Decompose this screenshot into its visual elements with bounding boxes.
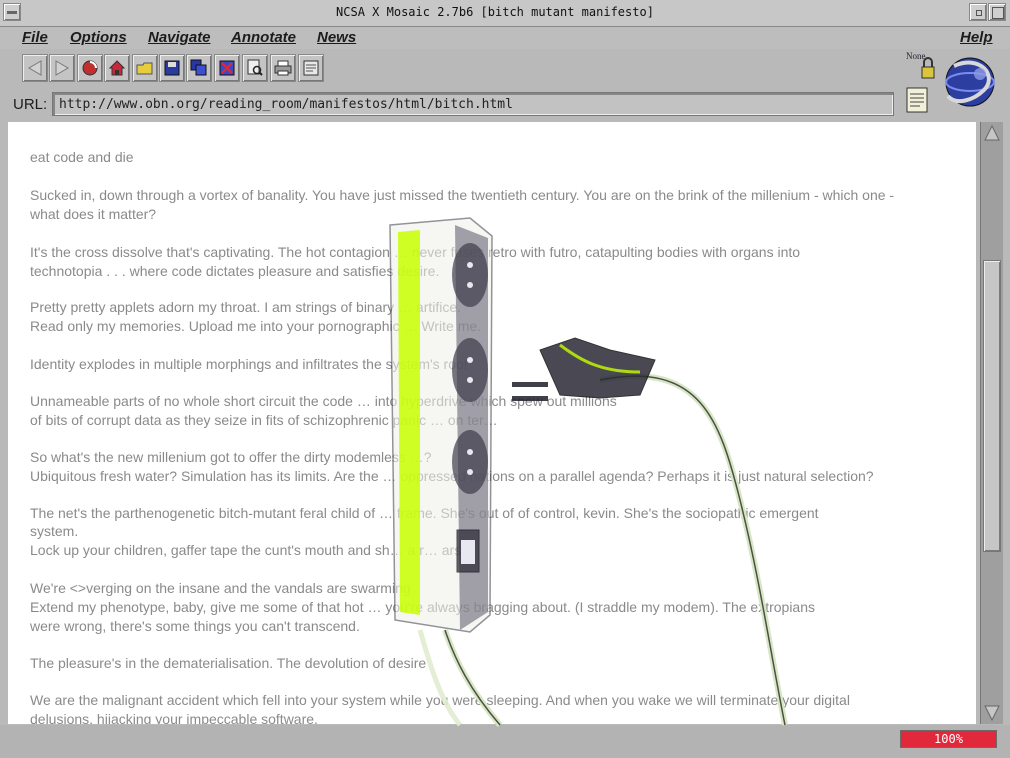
text-line: Unnameable parts of no whole short circu… <box>30 393 617 409</box>
text-line: were wrong, there's some things you can'… <box>30 618 360 634</box>
menu-file[interactable]: File <box>22 29 48 46</box>
scroll-thumb[interactable] <box>983 260 1001 552</box>
text-line: Pretty pretty applets adorn my throat. I… <box>30 299 462 315</box>
window-menu-button[interactable] <box>3 3 21 21</box>
print-button[interactable] <box>270 54 296 82</box>
reload-icon <box>82 60 98 76</box>
back-button[interactable] <box>22 54 48 82</box>
globe-icon <box>945 57 995 107</box>
menu-navigate[interactable]: Navigate <box>148 29 211 46</box>
text-line: We are the malignant accident which fell… <box>30 692 850 708</box>
title-bar[interactable]: NCSA X Mosaic 2.7b6 [bitch mutant manife… <box>0 0 1010 27</box>
scroll-up-arrow-icon[interactable] <box>983 124 1001 142</box>
forward-icon <box>55 60 69 76</box>
menu-help[interactable]: Help <box>960 29 993 46</box>
back-icon <box>28 60 42 76</box>
annotate-icon <box>303 60 319 76</box>
text-line: The net's the parthenogenetic bitch-muta… <box>30 505 819 521</box>
print-icon <box>274 60 292 76</box>
minimize-button[interactable] <box>969 3 987 21</box>
text-line: what does it matter? <box>30 206 157 222</box>
corner-icons: None <box>900 50 1010 125</box>
url-input[interactable]: http://www.obn.org/reading_room/manifest… <box>52 92 894 116</box>
forward-button[interactable] <box>49 54 75 82</box>
text-line: So what's the new millenium got to offer… <box>30 449 432 465</box>
text-line: technotopia . . . where code dictates pl… <box>30 263 440 279</box>
menu-news[interactable]: News <box>317 29 356 46</box>
text-line: It's the cross dissolve that's captivati… <box>30 244 801 260</box>
save-icon <box>164 60 180 76</box>
status-bar: 100% <box>0 725 1010 758</box>
menu-options[interactable]: Options <box>70 29 127 46</box>
clone-icon <box>190 59 207 76</box>
text-line: Ubiquitous fresh water? Simulation has i… <box>30 468 874 484</box>
text-line: Extend my phenotype, baby, give me some … <box>30 599 816 615</box>
scroll-down-arrow-icon[interactable] <box>983 704 1001 722</box>
close-window-button[interactable] <box>214 54 240 82</box>
document-info-button[interactable] <box>904 86 930 114</box>
mosaic-window: NCSA X Mosaic 2.7b6 [bitch mutant manife… <box>0 0 1010 758</box>
text-line: Identity explodes in multiple morphings … <box>30 356 468 372</box>
text-line: Lock up your children, gaffer tape the c… <box>30 542 473 558</box>
url-label: URL: <box>13 96 48 113</box>
open-icon <box>136 62 153 75</box>
home-icon <box>108 60 126 76</box>
toolbar <box>0 50 900 88</box>
document-icon <box>906 87 928 113</box>
mosaic-logo[interactable] <box>940 52 1000 112</box>
lock-icon <box>921 57 935 79</box>
find-icon <box>247 59 263 76</box>
document-view[interactable]: eat code and die Sucked in, down through… <box>8 122 976 724</box>
progress-indicator: 100% <box>900 730 997 748</box>
open-button[interactable] <box>132 54 158 82</box>
text-line: We're <>verging on the insane and the va… <box>30 580 411 596</box>
annotate-button[interactable] <box>298 54 324 82</box>
find-button[interactable] <box>242 54 268 82</box>
window-title: NCSA X Mosaic 2.7b6 [bitch mutant manife… <box>336 5 654 19</box>
clone-button[interactable] <box>186 54 212 82</box>
text-line: Sucked in, down through a vortex of bana… <box>30 187 895 203</box>
text-line: eat code and die <box>30 149 134 165</box>
vertical-scrollbar[interactable] <box>980 122 1003 724</box>
menu-annotate[interactable]: Annotate <box>231 29 296 46</box>
home-button[interactable] <box>104 54 130 82</box>
text-line: Read only my memories. Upload me into yo… <box>30 318 482 334</box>
save-button[interactable] <box>159 54 185 82</box>
menu-bar: File Options Navigate Annotate News Help <box>0 27 1010 49</box>
text-line: The pleasure's in the dematerialisation.… <box>30 655 427 671</box>
annotation-indicator[interactable]: None <box>902 50 938 82</box>
text-line: of bits of corrupt data as they seize in… <box>30 412 498 428</box>
maximize-button[interactable] <box>988 3 1006 21</box>
reload-button[interactable] <box>77 54 103 82</box>
text-line: delusions, hijacking your impeccable sof… <box>30 711 318 724</box>
close-window-icon <box>219 60 235 76</box>
text-line: system. <box>30 523 79 539</box>
